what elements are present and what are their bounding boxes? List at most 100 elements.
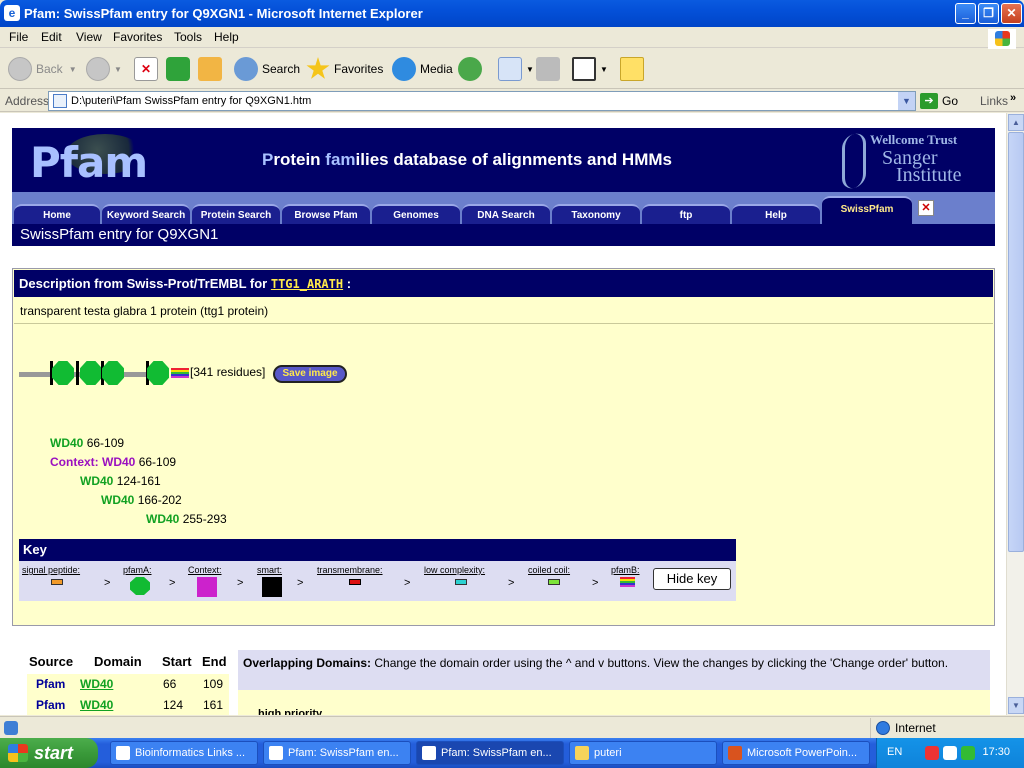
- nav-home[interactable]: Home: [14, 204, 100, 224]
- print-button[interactable]: [536, 57, 564, 81]
- chevron-down-icon: ▼: [600, 64, 608, 74]
- search-icon: [234, 57, 258, 81]
- domain-link[interactable]: WD40: [101, 493, 134, 507]
- taskbar-item[interactable]: Bioinformatics Links ...: [110, 741, 258, 765]
- history-button[interactable]: [458, 57, 486, 81]
- minimize-button[interactable]: _: [955, 3, 976, 24]
- refresh-icon: [166, 57, 190, 81]
- pfamb-stripe: [171, 368, 189, 378]
- maximize-button[interactable]: ❐: [978, 3, 999, 24]
- scroll-thumb[interactable]: [1008, 132, 1024, 552]
- taskbar-item[interactable]: Microsoft PowerPoin...: [722, 741, 870, 765]
- nav-dna-search[interactable]: DNA Search: [462, 204, 550, 224]
- search-button[interactable]: Search: [234, 57, 300, 81]
- chevron-down-icon: ▼: [526, 64, 534, 74]
- table-header-domain: Domain: [94, 654, 142, 669]
- nav-help[interactable]: Help: [732, 204, 820, 224]
- wd40-domain-glyph[interactable]: [102, 361, 124, 385]
- folder-icon: [575, 746, 589, 760]
- wd40-domain-glyph[interactable]: [80, 361, 102, 385]
- tray-activity-icon[interactable]: [925, 746, 939, 760]
- menu-help[interactable]: Help: [214, 30, 239, 44]
- windows-flag-icon: [8, 744, 28, 762]
- nav-genomes[interactable]: Genomes: [372, 204, 460, 224]
- tray-network-icon[interactable]: [961, 746, 975, 760]
- menu-favorites[interactable]: Favorites: [113, 30, 162, 44]
- taskbar-item-active[interactable]: Pfam: SwissPfam en...: [416, 741, 564, 765]
- home-button[interactable]: [198, 57, 226, 81]
- domain-link[interactable]: WD40: [80, 698, 113, 712]
- chevron-right-icon[interactable]: »: [1010, 92, 1016, 104]
- protein-link[interactable]: TTG1_ARATH: [271, 277, 343, 291]
- pfam-banner: Pfam Protein families database of alignm…: [12, 128, 995, 192]
- vertical-scrollbar[interactable]: ▲ ▼: [1006, 113, 1024, 715]
- mail-button[interactable]: ▼: [498, 57, 534, 81]
- domain-link[interactable]: WD40: [102, 455, 135, 469]
- save-image-button[interactable]: Save image: [273, 365, 347, 383]
- low-complexity-swatch: [455, 579, 467, 585]
- pfam-logo[interactable]: Pfam: [24, 132, 164, 188]
- address-label: Address: [5, 94, 50, 108]
- internet-globe-icon: [876, 721, 890, 735]
- nav-browse-pfam[interactable]: Browse Pfam: [282, 204, 370, 224]
- key-signal-peptide: signal peptide:: [22, 565, 81, 575]
- menu-edit[interactable]: Edit: [41, 30, 62, 44]
- nav-keyword-search[interactable]: Keyword Search: [102, 204, 190, 224]
- address-dropdown-button[interactable]: ▼: [898, 92, 915, 110]
- smart-swatch: [262, 577, 282, 597]
- ie-icon: [116, 746, 130, 760]
- wd40-domain-glyph[interactable]: [52, 361, 74, 385]
- back-button[interactable]: Back ▼: [8, 57, 77, 81]
- sanger-logo[interactable]: Wellcome Trust Sanger Institute: [838, 130, 994, 191]
- powerpoint-icon: [728, 746, 742, 760]
- domain-link[interactable]: WD40: [50, 436, 83, 450]
- menu-file[interactable]: File: [9, 30, 28, 44]
- go-button[interactable]: ➔ Go: [920, 93, 958, 109]
- refresh-button[interactable]: [166, 57, 194, 81]
- title-bar: e Pfam: SwissPfam entry for Q9XGN1 - Mic…: [0, 0, 1024, 27]
- menu-tools[interactable]: Tools: [174, 30, 202, 44]
- messenger-button[interactable]: [620, 57, 648, 81]
- scroll-down-icon[interactable]: ▼: [1008, 697, 1024, 714]
- pfamb-swatch: [620, 577, 635, 587]
- language-indicator[interactable]: EN: [887, 746, 902, 758]
- taskbar-item[interactable]: Pfam: SwissPfam en...: [263, 741, 411, 765]
- forward-button[interactable]: ▼: [86, 57, 122, 81]
- stop-button[interactable]: ✕: [134, 57, 162, 81]
- key-low-complexity: low complexity:: [424, 565, 486, 575]
- edit-button[interactable]: ▼: [572, 57, 608, 81]
- taskbar: start Bioinformatics Links ... Pfam: Swi…: [0, 738, 1024, 768]
- context-swatch: [197, 577, 217, 597]
- page-title: SwissPfam entry for Q9XGN1: [12, 224, 995, 246]
- domain-link[interactable]: WD40: [80, 677, 113, 691]
- taskbar-item[interactable]: puteri: [569, 741, 717, 765]
- hide-key-button[interactable]: Hide key: [653, 568, 731, 590]
- nav-taxonomy[interactable]: Taxonomy: [552, 204, 640, 224]
- protein-description: transparent testa glabra 1 protein (ttg1…: [14, 298, 993, 324]
- scroll-up-icon[interactable]: ▲: [1008, 114, 1024, 131]
- close-button[interactable]: ✕: [1001, 3, 1022, 24]
- back-arrow-icon: [8, 57, 32, 81]
- chevron-down-icon: ▼: [68, 64, 77, 74]
- start-button[interactable]: start: [0, 738, 98, 768]
- residue-count: [341 residues]: [190, 365, 266, 379]
- nav-ftp[interactable]: ftp: [642, 204, 730, 224]
- page-viewport: Pfam Protein families database of alignm…: [0, 113, 1006, 715]
- transmembrane-swatch: [349, 579, 361, 585]
- address-input[interactable]: D:\puteri\Pfam SwissPfam entry for Q9XGN…: [48, 91, 916, 111]
- menu-view[interactable]: View: [76, 30, 102, 44]
- nav-swisspfam[interactable]: SwissPfam: [822, 196, 912, 224]
- close-icon[interactable]: ✕: [918, 200, 934, 216]
- favorites-button[interactable]: Favorites: [306, 57, 383, 81]
- domain-link[interactable]: WD40: [146, 512, 179, 526]
- links-button[interactable]: Links: [980, 94, 1008, 108]
- banner-title: Protein families database of alignments …: [262, 150, 672, 169]
- wd40-domain-glyph[interactable]: [147, 361, 169, 385]
- nav-protein-search[interactable]: Protein Search: [192, 204, 280, 224]
- tray-settings-icon[interactable]: [943, 746, 957, 760]
- media-button[interactable]: Media: [392, 57, 453, 81]
- domain-link[interactable]: WD40: [80, 474, 113, 488]
- windows-logo-icon: [988, 29, 1016, 49]
- key-context: Context:: [188, 565, 222, 575]
- description-header: Description from Swiss-Prot/TrEMBL for T…: [14, 270, 993, 297]
